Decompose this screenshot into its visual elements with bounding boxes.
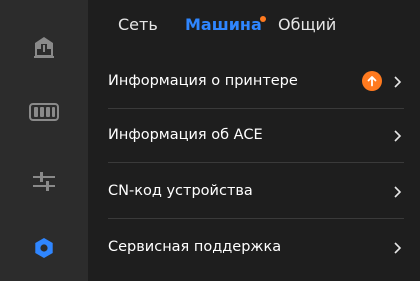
gear-icon [35, 238, 53, 258]
chevron-right-icon [394, 186, 402, 198]
notification-dot [260, 16, 266, 22]
sidebar-item-controls[interactable] [24, 161, 64, 201]
sidebar [0, 0, 88, 281]
update-badge [362, 71, 382, 91]
tab-network[interactable]: Сеть [118, 14, 158, 36]
sidebar-item-ace[interactable] [24, 92, 64, 132]
printer-icon [34, 37, 54, 58]
tab-machine[interactable]: Машина [185, 14, 262, 36]
spool-rack-icon [29, 103, 59, 121]
menu-item-label: Информация о принтере [108, 73, 298, 89]
arrow-up-icon [367, 76, 377, 87]
menu-item-label: CN-код устройства [108, 183, 253, 199]
main-panel: Сеть Машина Общий Информация о принтере … [88, 0, 420, 281]
chevron-right-icon [394, 76, 402, 88]
sliders-icon [33, 172, 55, 191]
sidebar-item-settings[interactable] [24, 228, 64, 268]
tab-general[interactable]: Общий [278, 14, 336, 36]
sidebar-item-printer[interactable] [24, 27, 64, 67]
chevron-right-icon [394, 130, 402, 142]
menu-item-label: Информация об ACE [108, 127, 263, 143]
menu-item-service-support[interactable]: Сервисная поддержка [108, 222, 404, 274]
chevron-right-icon [394, 242, 402, 254]
tab-bar: Сеть Машина Общий [88, 0, 420, 52]
menu-item-ace-info[interactable]: Информация об ACE [108, 110, 404, 163]
menu-item-cn-code[interactable]: CN-код устройства [108, 166, 404, 219]
menu-item-label: Сервисная поддержка [108, 239, 282, 255]
menu-item-printer-info[interactable]: Информация о принтере [108, 56, 404, 109]
